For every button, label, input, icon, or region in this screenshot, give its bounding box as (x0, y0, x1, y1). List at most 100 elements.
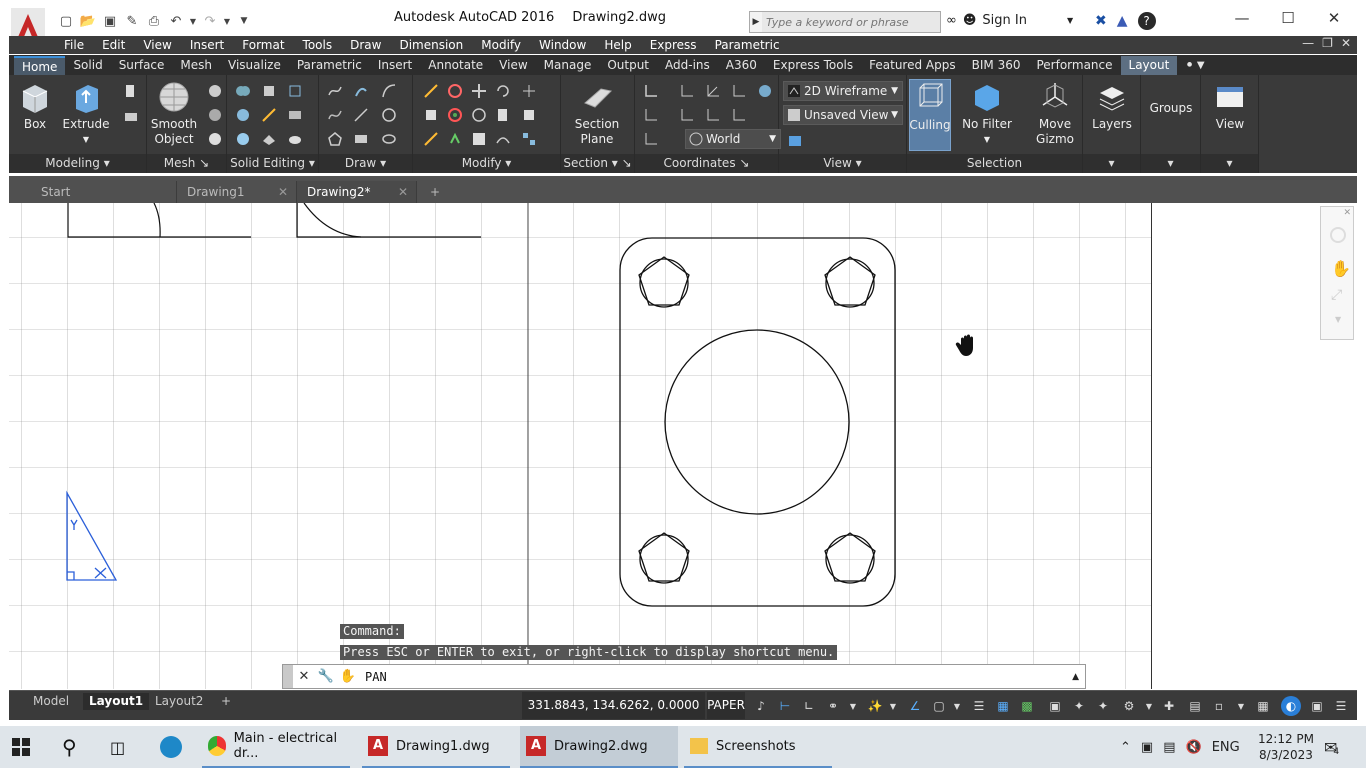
view-panel-title[interactable]: View ▾ (779, 154, 906, 173)
no-filter-button[interactable]: No Filter ▼ (961, 81, 1013, 147)
transparency-icon[interactable]: ▦ (993, 696, 1013, 716)
file-tab-drawing2[interactable]: Drawing2* ✕ (297, 181, 417, 203)
close-icon[interactable]: ✕ (1311, 6, 1357, 30)
menu-parametric[interactable]: Parametric (706, 38, 789, 52)
culling-button[interactable]: Culling (909, 79, 951, 151)
taskbar-chrome[interactable]: Main - electrical dr... (202, 726, 350, 768)
search-expand-icon[interactable]: ▶ (750, 17, 762, 27)
offset-icon[interactable] (423, 131, 439, 147)
paper-model-toggle[interactable]: PAPER (707, 692, 745, 719)
taskbar-screenshots[interactable]: Screenshots (684, 726, 832, 768)
tab-insert[interactable]: Insert (370, 56, 420, 75)
quick-view-icon[interactable]: ▣ (1045, 696, 1065, 716)
doc-minimize-icon[interactable]: — (1302, 36, 1314, 50)
maximize-icon[interactable]: ☐ (1265, 6, 1311, 30)
meet-now-icon[interactable]: ▣ (1141, 740, 1153, 755)
tab-home[interactable]: Home (14, 56, 66, 75)
search-input[interactable] (762, 12, 940, 32)
section-plane-button[interactable]: Section Plane (569, 81, 625, 147)
ucs-y-icon[interactable] (705, 107, 721, 123)
coordinate-readout[interactable]: 331.8843, 134.6262, 0.0000 (522, 692, 705, 719)
circle-icon[interactable] (381, 107, 397, 123)
layers-button[interactable]: Layers (1089, 81, 1135, 132)
units-icon[interactable]: ▤ (1185, 696, 1205, 716)
minimize-icon[interactable]: — (1219, 6, 1265, 30)
isolate-objects-icon[interactable]: ▦ (1253, 696, 1273, 716)
isodraft-dropdown-icon[interactable]: ▼ (883, 696, 903, 716)
slice-icon[interactable] (261, 107, 277, 123)
menu-view[interactable]: View (134, 38, 180, 52)
save-as-icon[interactable]: ✎ (123, 12, 141, 30)
tab-annotate[interactable]: Annotate (420, 56, 491, 75)
close-tab-icon[interactable]: ✕ (278, 181, 288, 203)
tab-a360[interactable]: A360 (718, 56, 765, 75)
sign-in-area[interactable]: ∞ ☻ Sign In ▼ (946, 13, 1073, 28)
layers-expand[interactable]: ▾ (1083, 154, 1140, 173)
tab-layout[interactable]: Layout (1120, 56, 1178, 75)
tab-featured-apps[interactable]: Featured Apps (861, 56, 963, 75)
intersect-icon[interactable] (235, 131, 251, 147)
modeling-panel-title[interactable]: Modeling ▾ (9, 154, 146, 173)
ellipse-icon[interactable] (381, 131, 397, 147)
menu-express[interactable]: Express (641, 38, 706, 52)
draw-panel-title[interactable]: Draw ▾ (319, 154, 412, 173)
no-filter-dropdown-icon[interactable]: ▼ (984, 132, 990, 147)
tab-solid[interactable]: Solid (65, 56, 110, 75)
tab-manage[interactable]: Manage (536, 56, 600, 75)
annotation-scale-icon[interactable]: ✦ (1069, 696, 1089, 716)
arc-icon[interactable] (381, 83, 397, 99)
customize-qat-icon[interactable]: ▼ (235, 12, 253, 30)
infer-constraints-icon[interactable]: ⊢ (775, 696, 795, 716)
extrude-button[interactable]: Extrude ▼ (63, 81, 109, 147)
3d-move-icon[interactable] (447, 107, 463, 123)
file-tab-start[interactable]: Start (31, 181, 177, 203)
tab-surface[interactable]: Surface (111, 56, 173, 75)
annotation-visibility-icon[interactable]: ✦ (1093, 696, 1113, 716)
clock[interactable]: 12:12 PM 8/3/2023 (1258, 726, 1314, 768)
thicken-icon[interactable] (261, 131, 277, 147)
notification-icon[interactable]: ✉ 4 (1324, 726, 1339, 768)
plot-icon[interactable]: ⎙ (145, 12, 163, 30)
menu-help[interactable]: Help (595, 38, 640, 52)
view-button[interactable]: View (1207, 81, 1253, 132)
tab-parametric[interactable]: Parametric (289, 56, 370, 75)
grid-snap-icon[interactable]: ♪ (751, 696, 771, 716)
box-button[interactable]: Box (15, 81, 55, 132)
annotation-monitor-icon[interactable]: ✚ (1159, 696, 1179, 716)
view-expand[interactable]: ▾ (1201, 154, 1258, 173)
ucs-zaxis-icon[interactable] (731, 83, 747, 99)
viewport-dropdown-icon[interactable]: ▼ (1231, 696, 1251, 716)
network-icon[interactable]: ▤ (1163, 740, 1175, 755)
copy-icon[interactable] (471, 107, 487, 123)
command-close-icon[interactable]: ✕ (293, 669, 315, 684)
binoculars-icon[interactable]: ∞ (946, 13, 957, 28)
osnap-dropdown-icon[interactable]: ▼ (947, 696, 967, 716)
3d-rotate-icon[interactable] (447, 83, 463, 99)
groups-expand[interactable]: ▾ (1141, 154, 1200, 173)
command-line-grip[interactable] (283, 665, 293, 688)
exchange-apps-icon[interactable]: ✖ (1095, 13, 1107, 29)
start-button[interactable] (6, 726, 42, 768)
union-icon[interactable] (235, 83, 251, 99)
section-panel-title[interactable]: Section ▾ ↘ (561, 154, 634, 173)
zoom-extents-icon[interactable]: ⤢ (1331, 287, 1342, 303)
viewport-scale-icon[interactable]: ▫ (1209, 696, 1229, 716)
ucs-z-icon[interactable] (731, 107, 747, 123)
language-indicator[interactable]: ENG (1212, 740, 1240, 755)
ucs-x-icon[interactable] (679, 107, 695, 123)
line-icon[interactable] (353, 107, 369, 123)
edge-icon[interactable] (154, 726, 182, 768)
tab-mesh[interactable]: Mesh (172, 56, 220, 75)
rotate-icon[interactable] (495, 83, 511, 99)
pan-icon[interactable]: ✋ (1331, 259, 1351, 278)
menu-dimension[interactable]: Dimension (390, 38, 472, 52)
ucs-3point-icon[interactable] (705, 83, 721, 99)
new-tab-icon[interactable]: + (417, 181, 453, 203)
menu-edit[interactable]: Edit (93, 38, 134, 52)
undo-dropdown-icon[interactable]: ▼ (189, 12, 197, 30)
extrude-faces-icon[interactable] (287, 83, 303, 99)
ucs-icon[interactable] (643, 83, 659, 99)
polar-tracking-icon[interactable]: ⚭ (823, 696, 843, 716)
search-taskbar-icon[interactable]: ⚲ (56, 726, 77, 768)
command-history-toggle-icon[interactable]: ▲ (1072, 672, 1079, 682)
